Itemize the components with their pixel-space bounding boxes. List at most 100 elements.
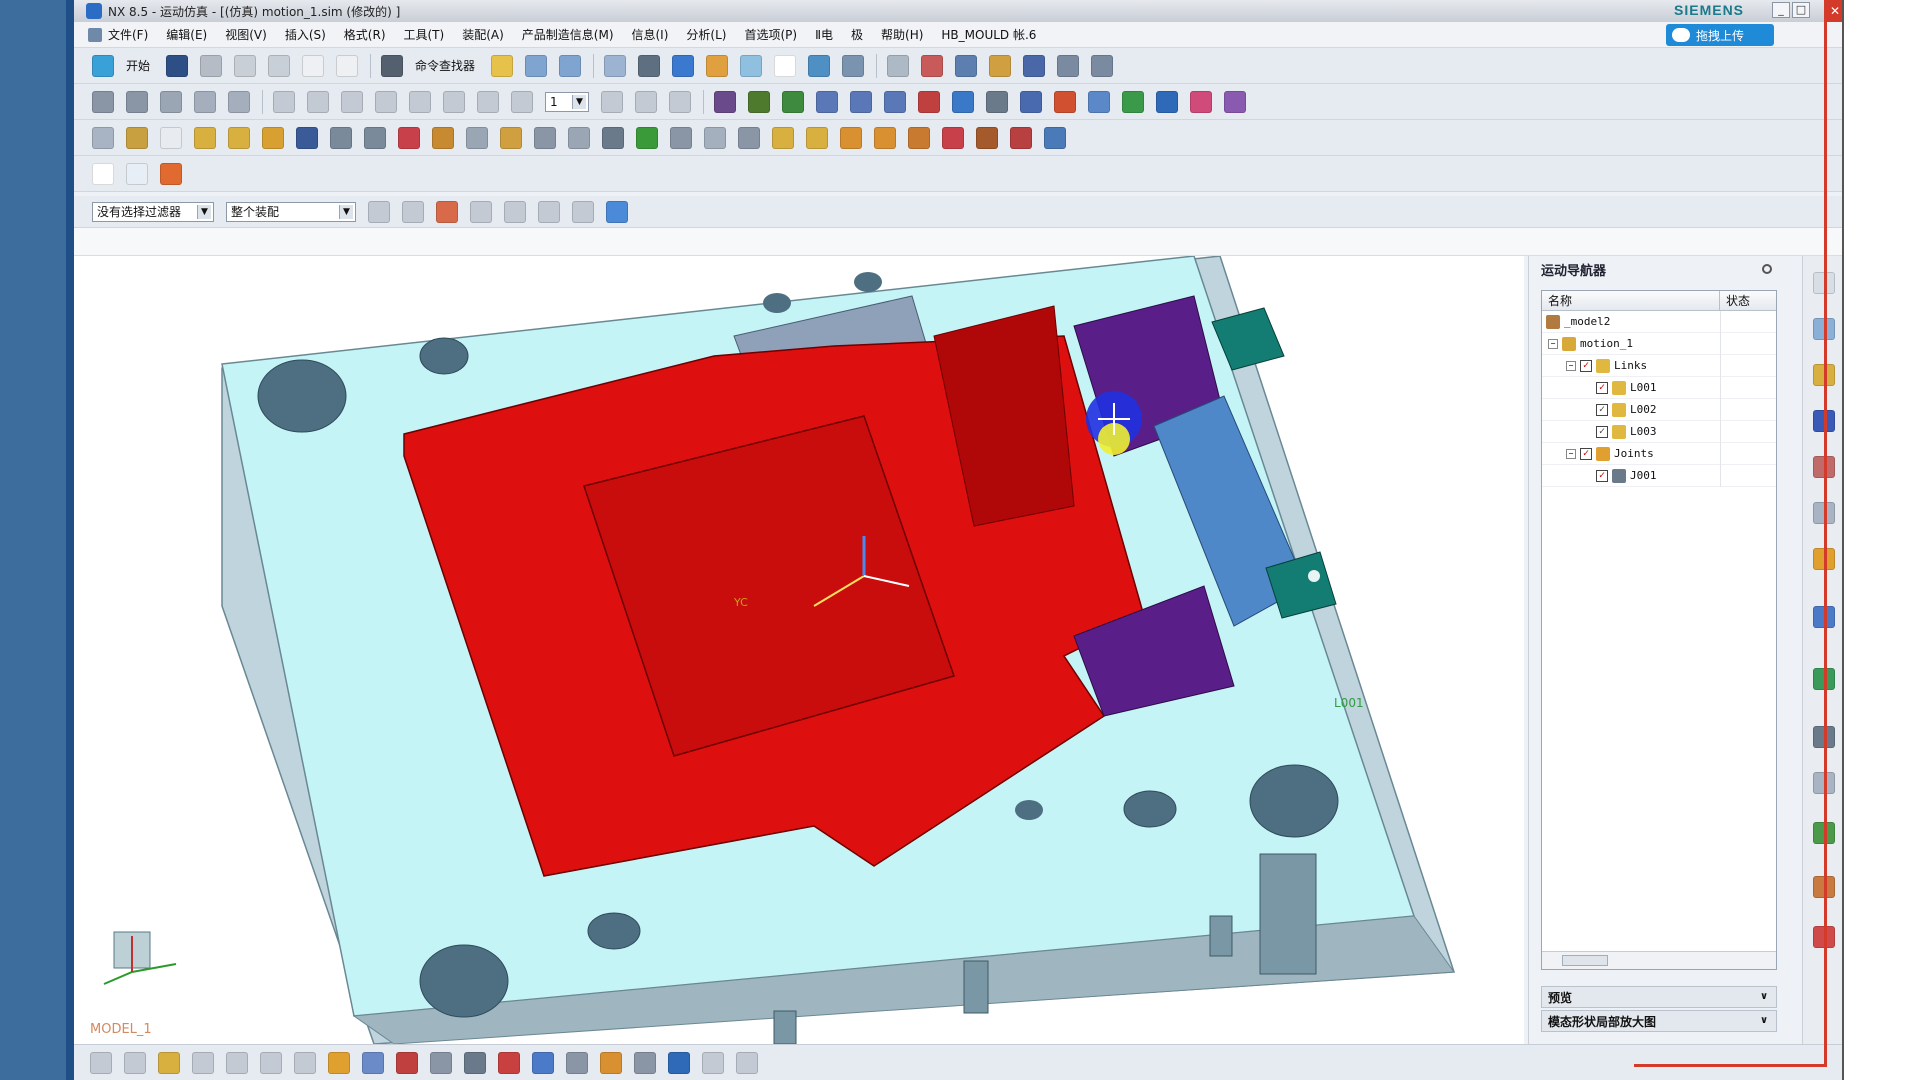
command-finder-button[interactable]: 命令查找器 (415, 57, 475, 74)
environment-icon[interactable] (92, 126, 114, 149)
chevron-down-icon[interactable]: ▼ (197, 204, 211, 219)
menu-pmi[interactable]: 产品制造信息(M) (522, 26, 614, 43)
delete-icon[interactable] (302, 54, 325, 77)
text-a-icon[interactable] (1156, 90, 1178, 113)
menu-pole[interactable]: 极 (851, 26, 863, 43)
graph-icon[interactable] (1023, 54, 1046, 77)
ruler-icon[interactable] (1091, 54, 1114, 77)
loop-icon[interactable] (601, 90, 623, 113)
blend-icon[interactable] (498, 1051, 520, 1074)
scalar-force-icon[interactable] (398, 126, 420, 149)
prev-frame-icon[interactable] (307, 90, 329, 113)
menu-tools[interactable]: 工具(T) (404, 26, 445, 43)
chevron-down-icon[interactable]: ∨ (1756, 989, 1772, 1005)
visibility-checkbox[interactable]: ✓ (1596, 381, 1608, 394)
visibility-checkbox[interactable]: ✓ (1596, 469, 1608, 482)
snap-icon[interactable] (842, 54, 865, 77)
font-icon[interactable] (736, 1051, 758, 1074)
measure-icon[interactable] (491, 54, 514, 77)
wcs-icon[interactable] (808, 54, 831, 77)
path-icon[interactable] (1010, 126, 1032, 149)
render-style-icon[interactable] (638, 54, 661, 77)
annotation-icon[interactable] (668, 1051, 690, 1074)
collapse-icon[interactable]: − (1566, 360, 1576, 371)
grid-icon[interactable] (1190, 90, 1212, 113)
point-on-curve-icon[interactable] (330, 126, 352, 149)
grid-view-icon[interactable] (90, 1051, 112, 1074)
measure-length-icon[interactable] (772, 126, 794, 149)
menu-hb-mould[interactable]: HB_MOULD 帐.6 (941, 26, 1036, 43)
column-header-state[interactable]: 状态 (1720, 291, 1750, 310)
point-icon[interactable] (124, 1051, 146, 1074)
analysis-icon[interactable] (921, 54, 944, 77)
layout-grid-icon[interactable] (126, 162, 148, 185)
post-process-icon[interactable] (670, 126, 692, 149)
view-frame-icon[interactable] (774, 54, 797, 77)
tree-node-j001[interactable]: ✓ J001 (1542, 465, 1776, 487)
cube-select-icon[interactable] (606, 200, 628, 223)
accel-icon[interactable] (874, 126, 896, 149)
start-icon[interactable] (92, 54, 114, 77)
tree-node-links[interactable]: − ✓ Links (1542, 355, 1776, 377)
fit-view-icon[interactable] (604, 54, 627, 77)
extrude-icon[interactable] (226, 1051, 248, 1074)
visibility-checkbox[interactable]: ✓ (1596, 425, 1608, 438)
start-button[interactable]: 开始 (126, 57, 150, 74)
shaded-cube-icon[interactable] (672, 54, 695, 77)
constraint-icon[interactable] (1088, 90, 1110, 113)
sensor-icon[interactable] (568, 126, 590, 149)
tree-node-model[interactable]: _model2 (1542, 311, 1776, 333)
material-icon[interactable] (748, 90, 770, 113)
tree-node-l002[interactable]: ✓ L002 (1542, 399, 1776, 421)
contact-curve-icon[interactable] (976, 126, 998, 149)
restore-button[interactable]: □ (1792, 2, 1810, 18)
quick-pick-icon[interactable] (504, 200, 526, 223)
show-hide-icon[interactable] (572, 200, 594, 223)
revolve-icon[interactable] (260, 1051, 282, 1074)
snap-point-icon[interactable] (402, 200, 424, 223)
interference-icon[interactable] (500, 126, 522, 149)
trace-path-icon[interactable] (908, 126, 930, 149)
menu-assembly[interactable]: 装配(A) (462, 26, 504, 43)
gear-icon[interactable] (986, 90, 1008, 113)
undo-icon[interactable] (336, 54, 359, 77)
copy-icon[interactable] (234, 54, 257, 77)
box-icon[interactable] (328, 1051, 350, 1074)
offset-icon[interactable] (430, 1051, 452, 1074)
graph-plot-icon[interactable] (1044, 126, 1066, 149)
chevron-down-icon[interactable]: ∨ (1756, 1013, 1772, 1029)
curve-on-curve-icon[interactable] (364, 126, 386, 149)
green-cube-icon[interactable] (1122, 90, 1144, 113)
minimize-button[interactable]: _ (1772, 2, 1790, 18)
new-window-icon[interactable] (92, 162, 114, 185)
menu-preferences[interactable]: 首选项(P) (744, 26, 797, 43)
menu-analysis[interactable]: 分析(L) (686, 26, 726, 43)
preview-section[interactable]: 预览 ∨ (1541, 986, 1777, 1008)
finish-icon[interactable] (635, 90, 657, 113)
visibility-checkbox[interactable]: ✓ (1596, 403, 1608, 416)
menu-info[interactable]: 信息(I) (632, 26, 669, 43)
pattern-icon[interactable] (566, 1051, 588, 1074)
tree-node-joints[interactable]: − ✓ Joints (1542, 443, 1776, 465)
cam-icon[interactable] (952, 90, 974, 113)
trace-icon[interactable] (989, 54, 1012, 77)
mold-model[interactable] (74, 256, 1524, 1044)
snapshot-icon[interactable] (92, 90, 114, 113)
solution-icon[interactable] (636, 126, 658, 149)
menu-app-icon[interactable] (88, 27, 102, 42)
mode-shape-section[interactable]: 模态形状局部放大图 ∨ (1541, 1010, 1777, 1032)
trim-icon[interactable] (634, 1051, 656, 1074)
frame-select[interactable]: 1 ▼ (545, 91, 589, 112)
paste-icon[interactable] (268, 54, 291, 77)
play-icon[interactable] (341, 90, 363, 113)
chevron-down-icon[interactable]: ▼ (572, 94, 586, 109)
sketch-icon[interactable] (192, 1051, 214, 1074)
measure-distance-icon[interactable] (1057, 54, 1080, 77)
mirror-icon[interactable] (600, 1051, 622, 1074)
text-style-icon[interactable] (702, 1051, 724, 1074)
command-finder-icon[interactable] (381, 54, 404, 77)
joint-icon[interactable] (194, 126, 216, 149)
arc-icon[interactable] (738, 126, 760, 149)
bushing-icon[interactable] (884, 90, 906, 113)
tree-node-motion[interactable]: − motion_1 (1542, 333, 1776, 355)
